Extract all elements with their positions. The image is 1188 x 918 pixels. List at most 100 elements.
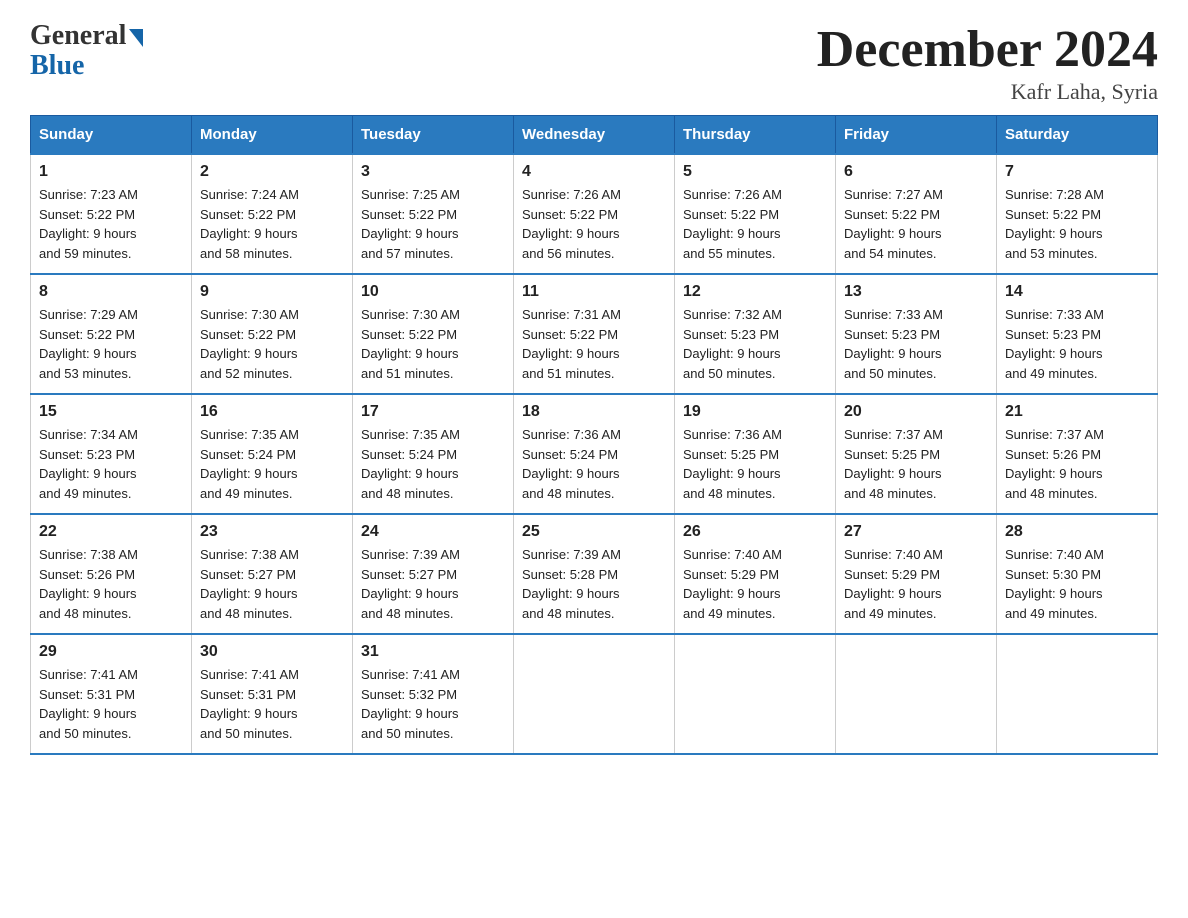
calendar-day-cell: 25 Sunrise: 7:39 AMSunset: 5:28 PMDayligh…: [514, 514, 675, 634]
calendar-day-cell: 22 Sunrise: 7:38 AMSunset: 5:26 PMDayligh…: [31, 514, 192, 634]
day-number: 12: [683, 283, 827, 301]
calendar-day-cell: 13Sunrise: 7:33 AMSunset: 5:23 PMDayligh…: [836, 274, 997, 394]
day-number: 20: [844, 403, 988, 421]
day-number: 17: [361, 403, 505, 421]
calendar-day-cell: 28 Sunrise: 7:40 AMSunset: 5:30 PMDayligh…: [997, 514, 1158, 634]
day-number: 1: [39, 163, 183, 181]
day-number: 5: [683, 163, 827, 181]
calendar-day-cell: 8 Sunrise: 7:29 AMSunset: 5:22 PMDaylight…: [31, 274, 192, 394]
day-number: 4: [522, 163, 666, 181]
calendar-day-cell: 14Sunrise: 7:33 AMSunset: 5:23 PMDayligh…: [997, 274, 1158, 394]
day-info: Sunrise: 7:24 AMSunset: 5:22 PMDaylight:…: [200, 187, 299, 261]
day-info: Sunrise: 7:41 AMSunset: 5:31 PMDaylight:…: [200, 667, 299, 741]
day-number: 25: [522, 523, 666, 541]
calendar-week-row: 8 Sunrise: 7:29 AMSunset: 5:22 PMDaylight…: [31, 274, 1158, 394]
day-info: Sunrise: 7:31 AMSunset: 5:22 PMDaylight:…: [522, 307, 621, 381]
day-info: Sunrise: 7:35 AMSunset: 5:24 PMDaylight:…: [200, 427, 299, 501]
calendar-day-cell: 15 Sunrise: 7:34 AMSunset: 5:23 PMDayligh…: [31, 394, 192, 514]
day-info: Sunrise: 7:25 AMSunset: 5:22 PMDaylight:…: [361, 187, 460, 261]
day-info: Sunrise: 7:39 AMSunset: 5:27 PMDaylight:…: [361, 547, 460, 621]
day-info: Sunrise: 7:36 AMSunset: 5:24 PMDaylight:…: [522, 427, 621, 501]
day-info: Sunrise: 7:40 AMSunset: 5:30 PMDaylight:…: [1005, 547, 1104, 621]
day-number: 18: [522, 403, 666, 421]
calendar-day-cell: 18 Sunrise: 7:36 AMSunset: 5:24 PMDayligh…: [514, 394, 675, 514]
calendar-day-cell: [514, 634, 675, 754]
calendar-day-cell: 26 Sunrise: 7:40 AMSunset: 5:29 PMDayligh…: [675, 514, 836, 634]
day-info: Sunrise: 7:26 AMSunset: 5:22 PMDaylight:…: [683, 187, 782, 261]
day-info: Sunrise: 7:41 AMSunset: 5:32 PMDaylight:…: [361, 667, 460, 741]
logo-arrow-icon: [129, 29, 143, 47]
title-area: December 2024 Kafr Laha, Syria: [817, 20, 1158, 105]
calendar-day-cell: 20 Sunrise: 7:37 AMSunset: 5:25 PMDayligh…: [836, 394, 997, 514]
day-number: 3: [361, 163, 505, 181]
day-number: 19: [683, 403, 827, 421]
day-info: Sunrise: 7:32 AMSunset: 5:23 PMDaylight:…: [683, 307, 782, 381]
calendar-day-cell: 3 Sunrise: 7:25 AMSunset: 5:22 PMDaylight…: [353, 154, 514, 274]
calendar-day-cell: 7Sunrise: 7:28 AMSunset: 5:22 PMDaylight…: [997, 154, 1158, 274]
day-number: 22: [39, 523, 183, 541]
day-info: Sunrise: 7:39 AMSunset: 5:28 PMDaylight:…: [522, 547, 621, 621]
calendar-day-cell: 16 Sunrise: 7:35 AMSunset: 5:24 PMDayligh…: [192, 394, 353, 514]
calendar-day-cell: 27Sunrise: 7:40 AMSunset: 5:29 PMDayligh…: [836, 514, 997, 634]
calendar-header-row: SundayMondayTuesdayWednesdayThursdayFrid…: [31, 116, 1158, 155]
calendar-day-cell: 9Sunrise: 7:30 AMSunset: 5:22 PMDaylight…: [192, 274, 353, 394]
day-number: 13: [844, 283, 988, 301]
calendar-day-cell: 4 Sunrise: 7:26 AMSunset: 5:22 PMDaylight…: [514, 154, 675, 274]
day-info: Sunrise: 7:35 AMSunset: 5:24 PMDaylight:…: [361, 427, 460, 501]
calendar-day-cell: [675, 634, 836, 754]
calendar-day-cell: [997, 634, 1158, 754]
day-info: Sunrise: 7:29 AMSunset: 5:22 PMDaylight:…: [39, 307, 138, 381]
day-number: 23: [200, 523, 344, 541]
day-info: Sunrise: 7:41 AMSunset: 5:31 PMDaylight:…: [39, 667, 138, 741]
day-info: Sunrise: 7:30 AMSunset: 5:22 PMDaylight:…: [361, 307, 460, 381]
day-of-week-header: Thursday: [675, 116, 836, 155]
day-of-week-header: Monday: [192, 116, 353, 155]
calendar-day-cell: 30 Sunrise: 7:41 AMSunset: 5:31 PMDayligh…: [192, 634, 353, 754]
day-info: Sunrise: 7:23 AMSunset: 5:22 PMDaylight:…: [39, 187, 138, 261]
day-of-week-header: Sunday: [31, 116, 192, 155]
calendar-day-cell: [836, 634, 997, 754]
day-info: Sunrise: 7:34 AMSunset: 5:23 PMDaylight:…: [39, 427, 138, 501]
location-title: Kafr Laha, Syria: [817, 79, 1158, 105]
day-number: 26: [683, 523, 827, 541]
month-title: December 2024: [817, 20, 1158, 79]
day-info: Sunrise: 7:38 AMSunset: 5:26 PMDaylight:…: [39, 547, 138, 621]
calendar-day-cell: 17 Sunrise: 7:35 AMSunset: 5:24 PMDayligh…: [353, 394, 514, 514]
page-header: General Blue December 2024 Kafr Laha, Sy…: [30, 20, 1158, 105]
day-number: 28: [1005, 523, 1149, 541]
day-number: 9: [200, 283, 344, 301]
day-info: Sunrise: 7:36 AMSunset: 5:25 PMDaylight:…: [683, 427, 782, 501]
day-number: 15: [39, 403, 183, 421]
day-info: Sunrise: 7:40 AMSunset: 5:29 PMDaylight:…: [683, 547, 782, 621]
day-number: 24: [361, 523, 505, 541]
calendar-week-row: 15 Sunrise: 7:34 AMSunset: 5:23 PMDayligh…: [31, 394, 1158, 514]
day-info: Sunrise: 7:26 AMSunset: 5:22 PMDaylight:…: [522, 187, 621, 261]
day-number: 8: [39, 283, 183, 301]
calendar-day-cell: 29 Sunrise: 7:41 AMSunset: 5:31 PMDayligh…: [31, 634, 192, 754]
day-of-week-header: Tuesday: [353, 116, 514, 155]
day-number: 10: [361, 283, 505, 301]
calendar-week-row: 29 Sunrise: 7:41 AMSunset: 5:31 PMDayligh…: [31, 634, 1158, 754]
day-number: 30: [200, 643, 344, 661]
day-info: Sunrise: 7:27 AMSunset: 5:22 PMDaylight:…: [844, 187, 943, 261]
logo-general-text: General: [30, 20, 126, 52]
day-number: 29: [39, 643, 183, 661]
calendar-day-cell: 2Sunrise: 7:24 AMSunset: 5:22 PMDaylight…: [192, 154, 353, 274]
day-number: 11: [522, 283, 666, 301]
day-info: Sunrise: 7:37 AMSunset: 5:26 PMDaylight:…: [1005, 427, 1104, 501]
calendar-week-row: 22 Sunrise: 7:38 AMSunset: 5:26 PMDayligh…: [31, 514, 1158, 634]
day-number: 16: [200, 403, 344, 421]
day-of-week-header: Saturday: [997, 116, 1158, 155]
calendar-day-cell: 21 Sunrise: 7:37 AMSunset: 5:26 PMDayligh…: [997, 394, 1158, 514]
day-of-week-header: Wednesday: [514, 116, 675, 155]
day-info: Sunrise: 7:38 AMSunset: 5:27 PMDaylight:…: [200, 547, 299, 621]
day-info: Sunrise: 7:40 AMSunset: 5:29 PMDaylight:…: [844, 547, 943, 621]
calendar-week-row: 1 Sunrise: 7:23 AMSunset: 5:22 PMDaylight…: [31, 154, 1158, 274]
calendar-day-cell: 1 Sunrise: 7:23 AMSunset: 5:22 PMDaylight…: [31, 154, 192, 274]
day-number: 31: [361, 643, 505, 661]
calendar-day-cell: 24 Sunrise: 7:39 AMSunset: 5:27 PMDayligh…: [353, 514, 514, 634]
day-info: Sunrise: 7:37 AMSunset: 5:25 PMDaylight:…: [844, 427, 943, 501]
day-of-week-header: Friday: [836, 116, 997, 155]
calendar-day-cell: 5 Sunrise: 7:26 AMSunset: 5:22 PMDaylight…: [675, 154, 836, 274]
day-number: 21: [1005, 403, 1149, 421]
